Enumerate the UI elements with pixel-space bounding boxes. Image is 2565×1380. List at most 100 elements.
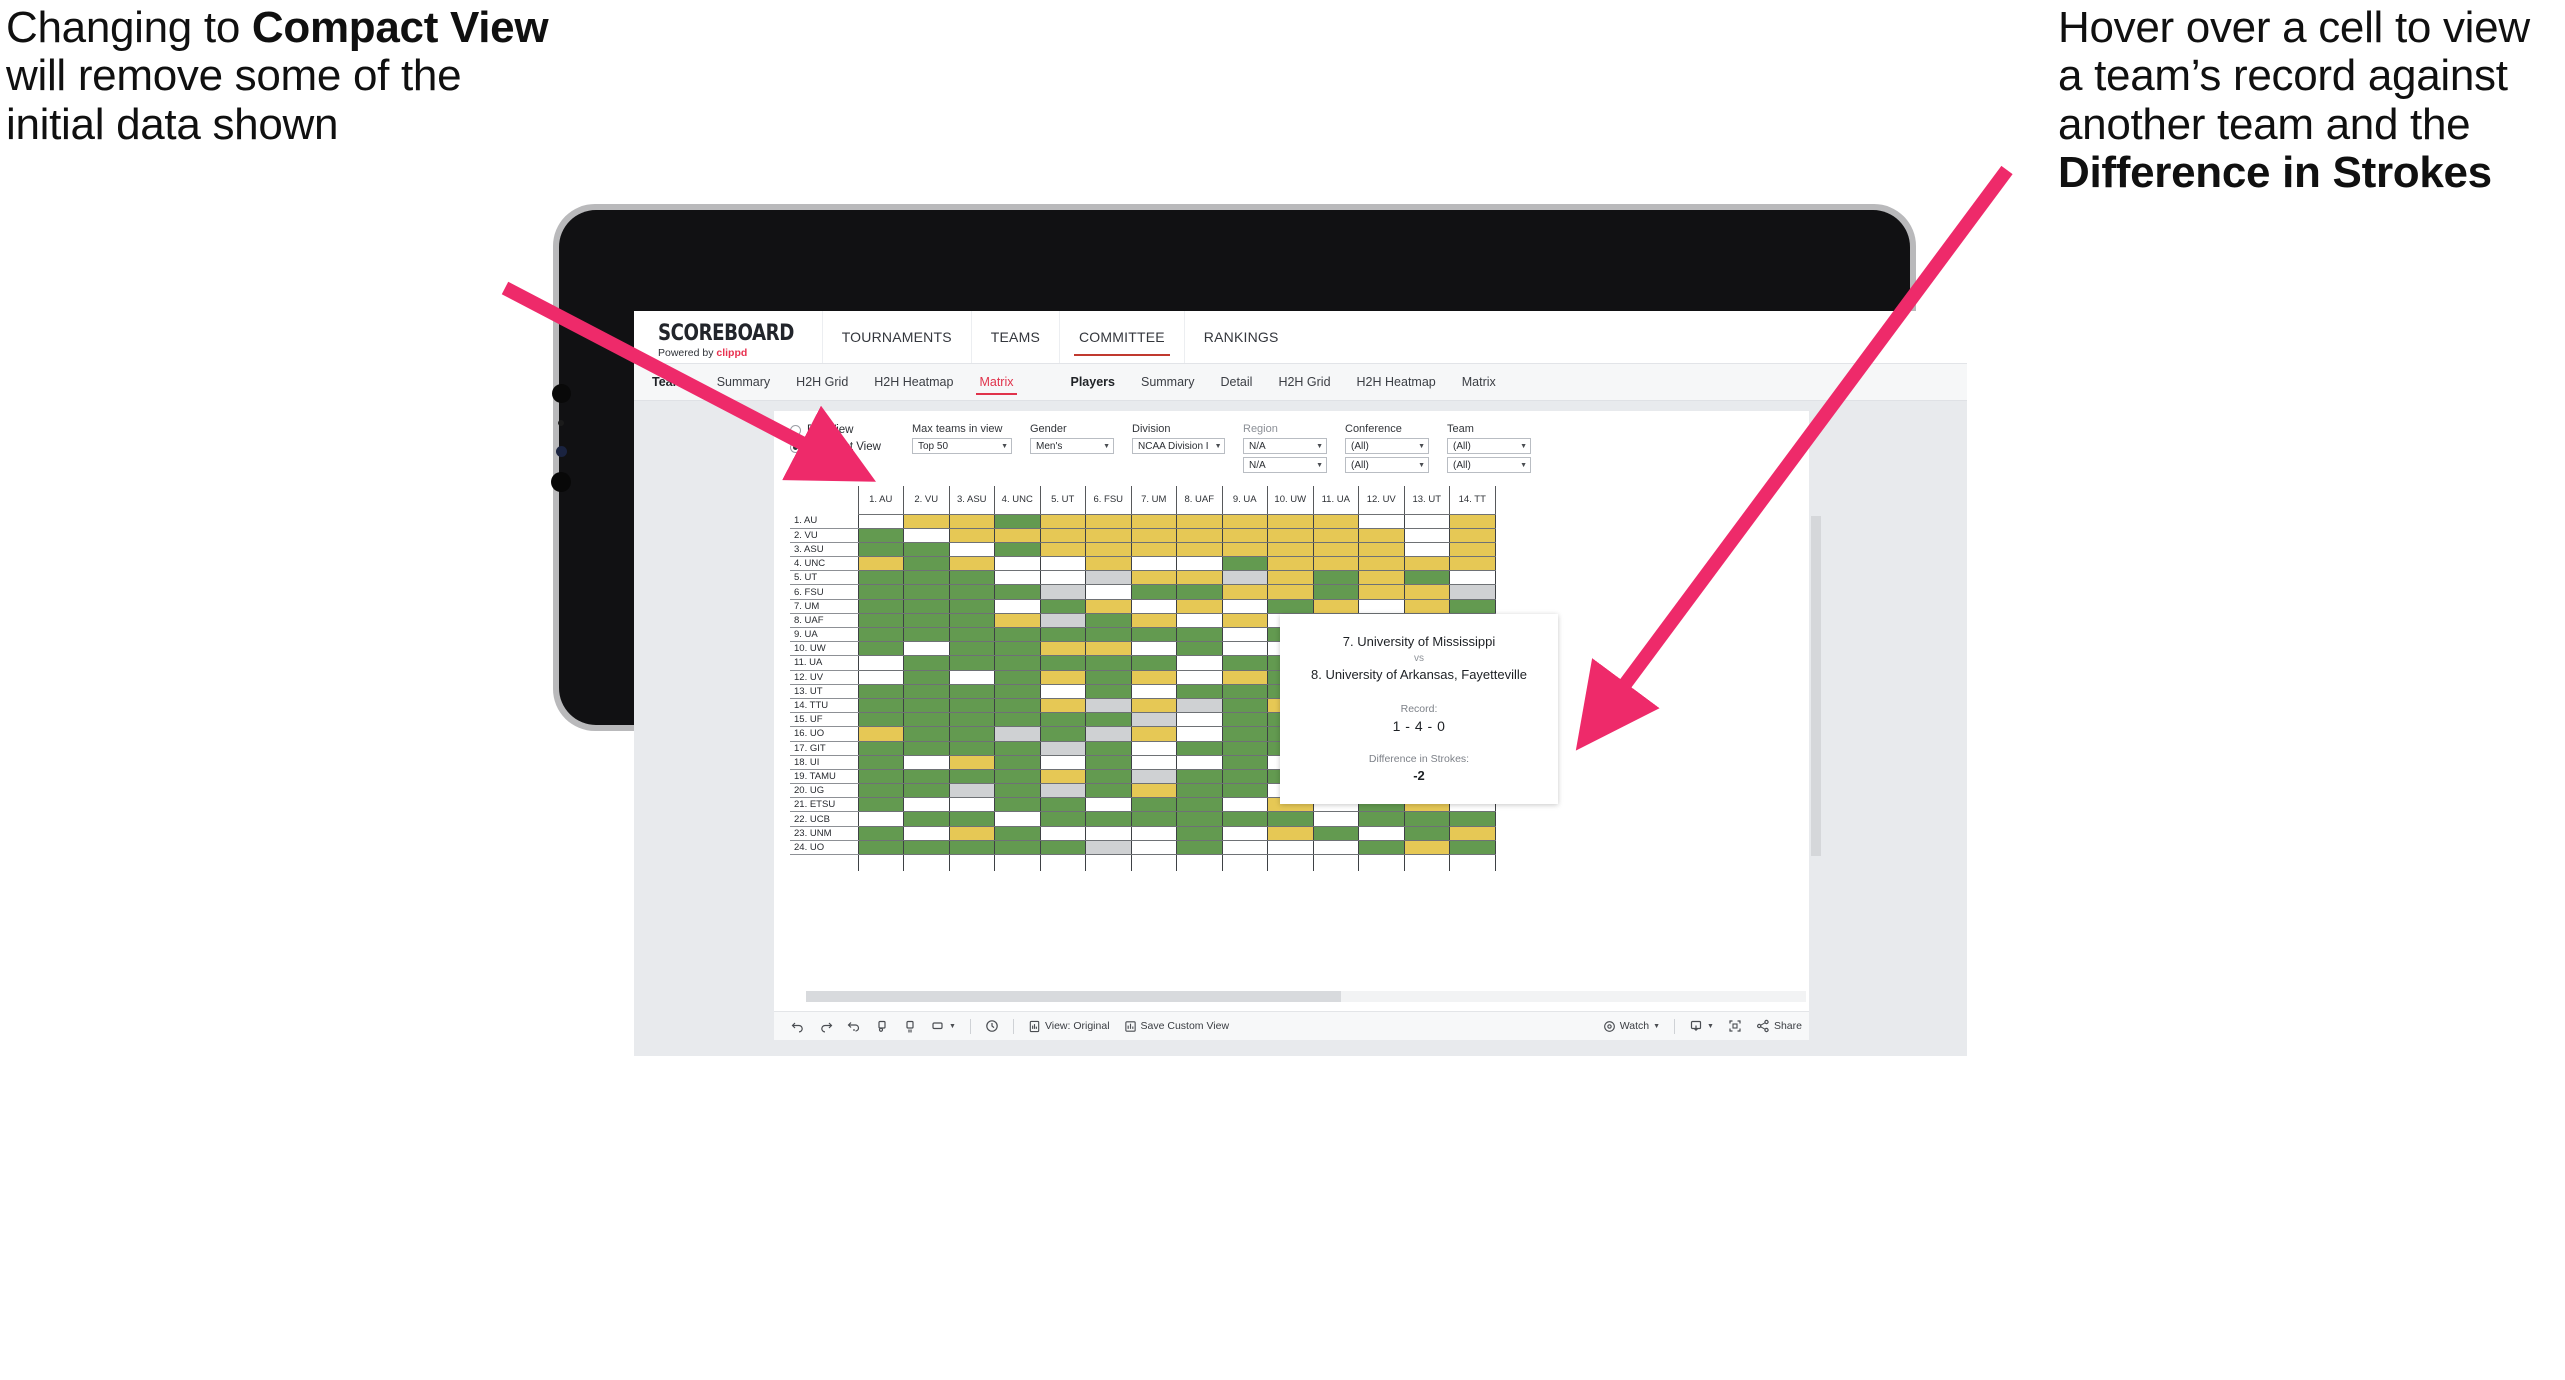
matrix-cell[interactable]: [948, 556, 995, 572]
matrix-cell[interactable]: [948, 783, 995, 799]
matrix-cell[interactable]: [857, 613, 904, 629]
matrix-cell[interactable]: [1267, 514, 1314, 529]
subtab-players-matrix[interactable]: Matrix: [1449, 364, 1509, 400]
matrix-cell[interactable]: [1085, 627, 1132, 643]
matrix-cell[interactable]: [1085, 613, 1132, 629]
matrix-cell[interactable]: [1130, 670, 1177, 685]
revert-button[interactable]: [840, 1019, 868, 1033]
filter-gender-select[interactable]: Men's ▼: [1030, 438, 1114, 454]
matrix-cell[interactable]: [1130, 556, 1177, 572]
matrix-cell[interactable]: [1130, 854, 1177, 871]
matrix-cell[interactable]: [1130, 528, 1177, 543]
matrix-cell[interactable]: [1403, 584, 1450, 600]
matrix-cell[interactable]: [1267, 556, 1314, 572]
matrix-cell[interactable]: [1221, 641, 1268, 657]
matrix-cell[interactable]: [1130, 726, 1177, 742]
matrix-cell[interactable]: [1403, 514, 1450, 529]
matrix-cell[interactable]: [994, 655, 1041, 671]
matrix-cell[interactable]: [1267, 826, 1314, 841]
matrix-cell[interactable]: [1039, 556, 1086, 572]
matrix-cell[interactable]: [1130, 769, 1177, 785]
matrix-cell[interactable]: [948, 528, 995, 543]
matrix-cell[interactable]: [1039, 769, 1086, 785]
matrix-cell[interactable]: [948, 826, 995, 841]
matrix-cell[interactable]: [1176, 769, 1223, 785]
matrix-cell[interactable]: [1039, 811, 1086, 827]
matrix-cell[interactable]: [1449, 811, 1496, 827]
matrix-cell[interactable]: [948, 584, 995, 600]
matrix-cell[interactable]: [903, 528, 950, 543]
matrix-cell[interactable]: [857, 797, 904, 813]
matrix-cell[interactable]: [903, 670, 950, 685]
matrix-cell[interactable]: [1358, 570, 1405, 586]
matrix-cell[interactable]: [1130, 542, 1177, 558]
matrix-cell[interactable]: [948, 854, 995, 871]
matrix-cell[interactable]: [1039, 826, 1086, 841]
matrix-cell[interactable]: [1358, 556, 1405, 572]
matrix-cell[interactable]: [857, 542, 904, 558]
matrix-cell[interactable]: [1039, 712, 1086, 728]
matrix-cell[interactable]: [1312, 584, 1359, 600]
matrix-cell[interactable]: [994, 670, 1041, 685]
matrix-cell[interactable]: [1267, 811, 1314, 827]
matrix-cell[interactable]: [948, 641, 995, 657]
matrix-cell[interactable]: [1312, 599, 1359, 614]
matrix-cell[interactable]: [1085, 783, 1132, 799]
matrix-cell[interactable]: [903, 726, 950, 742]
matrix-cell[interactable]: [1403, 528, 1450, 543]
matrix-cell[interactable]: [994, 514, 1041, 529]
matrix-cell[interactable]: [1130, 783, 1177, 799]
matrix-cell[interactable]: [994, 769, 1041, 785]
matrix-cell[interactable]: [903, 570, 950, 586]
matrix-cell[interactable]: [903, 755, 950, 770]
matrix-cell[interactable]: [1449, 599, 1496, 614]
matrix-cell[interactable]: [1130, 584, 1177, 600]
matrix-cell[interactable]: [994, 584, 1041, 600]
matrix-cell[interactable]: [1221, 726, 1268, 742]
matrix-cell[interactable]: [1221, 840, 1268, 856]
horizontal-scrollbar-thumb[interactable]: [806, 991, 1341, 1002]
matrix-cell[interactable]: [1085, 528, 1132, 543]
matrix-cell[interactable]: [1039, 783, 1086, 799]
matrix-cell[interactable]: [1039, 670, 1086, 685]
matrix-cell[interactable]: [1221, 655, 1268, 671]
save-custom-view-button[interactable]: Save Custom View: [1117, 1020, 1237, 1033]
matrix-cell[interactable]: [1176, 854, 1223, 871]
matrix-cell[interactable]: [1130, 514, 1177, 529]
filter-conference-select-2[interactable]: (All) ▼: [1345, 457, 1429, 473]
radio-compact-view[interactable]: Compact View: [790, 441, 912, 453]
matrix-cell[interactable]: [1085, 854, 1132, 871]
matrix-cell[interactable]: [948, 599, 995, 614]
subtab-teams-summary[interactable]: Summary: [704, 364, 783, 400]
matrix-cell[interactable]: [857, 854, 904, 871]
matrix-cell[interactable]: [1039, 655, 1086, 671]
matrix-cell[interactable]: [948, 726, 995, 742]
matrix-cell[interactable]: [1221, 826, 1268, 841]
subtab-players-h2h-grid[interactable]: H2H Grid: [1265, 364, 1343, 400]
matrix-cell[interactable]: [1221, 542, 1268, 558]
matrix-cell[interactable]: [1358, 811, 1405, 827]
matrix-cell[interactable]: [1449, 514, 1496, 529]
matrix-cell[interactable]: [1176, 627, 1223, 643]
matrix-cell[interactable]: [857, 684, 904, 699]
matrix-cell[interactable]: [1312, 826, 1359, 841]
matrix-cell[interactable]: [903, 514, 950, 529]
matrix-cell[interactable]: [1449, 528, 1496, 543]
matrix-cell[interactable]: [994, 826, 1041, 841]
matrix-cell[interactable]: [1267, 528, 1314, 543]
matrix-cell[interactable]: [1039, 726, 1086, 742]
matrix-cell[interactable]: [948, 840, 995, 856]
fullscreen-button[interactable]: [1721, 1019, 1749, 1033]
matrix-cell[interactable]: [903, 826, 950, 841]
matrix-cell[interactable]: [994, 627, 1041, 643]
matrix-cell[interactable]: [994, 641, 1041, 657]
matrix-cell[interactable]: [1039, 542, 1086, 558]
matrix-cell[interactable]: [1176, 514, 1223, 529]
matrix-cell[interactable]: [903, 797, 950, 813]
matrix-cell[interactable]: [1312, 840, 1359, 856]
matrix-cell[interactable]: [994, 613, 1041, 629]
matrix-cell[interactable]: [857, 698, 904, 714]
matrix-cell[interactable]: [1130, 712, 1177, 728]
matrix-cell[interactable]: [1039, 528, 1086, 543]
filter-division-select[interactable]: NCAA Division I ▼: [1132, 438, 1225, 454]
